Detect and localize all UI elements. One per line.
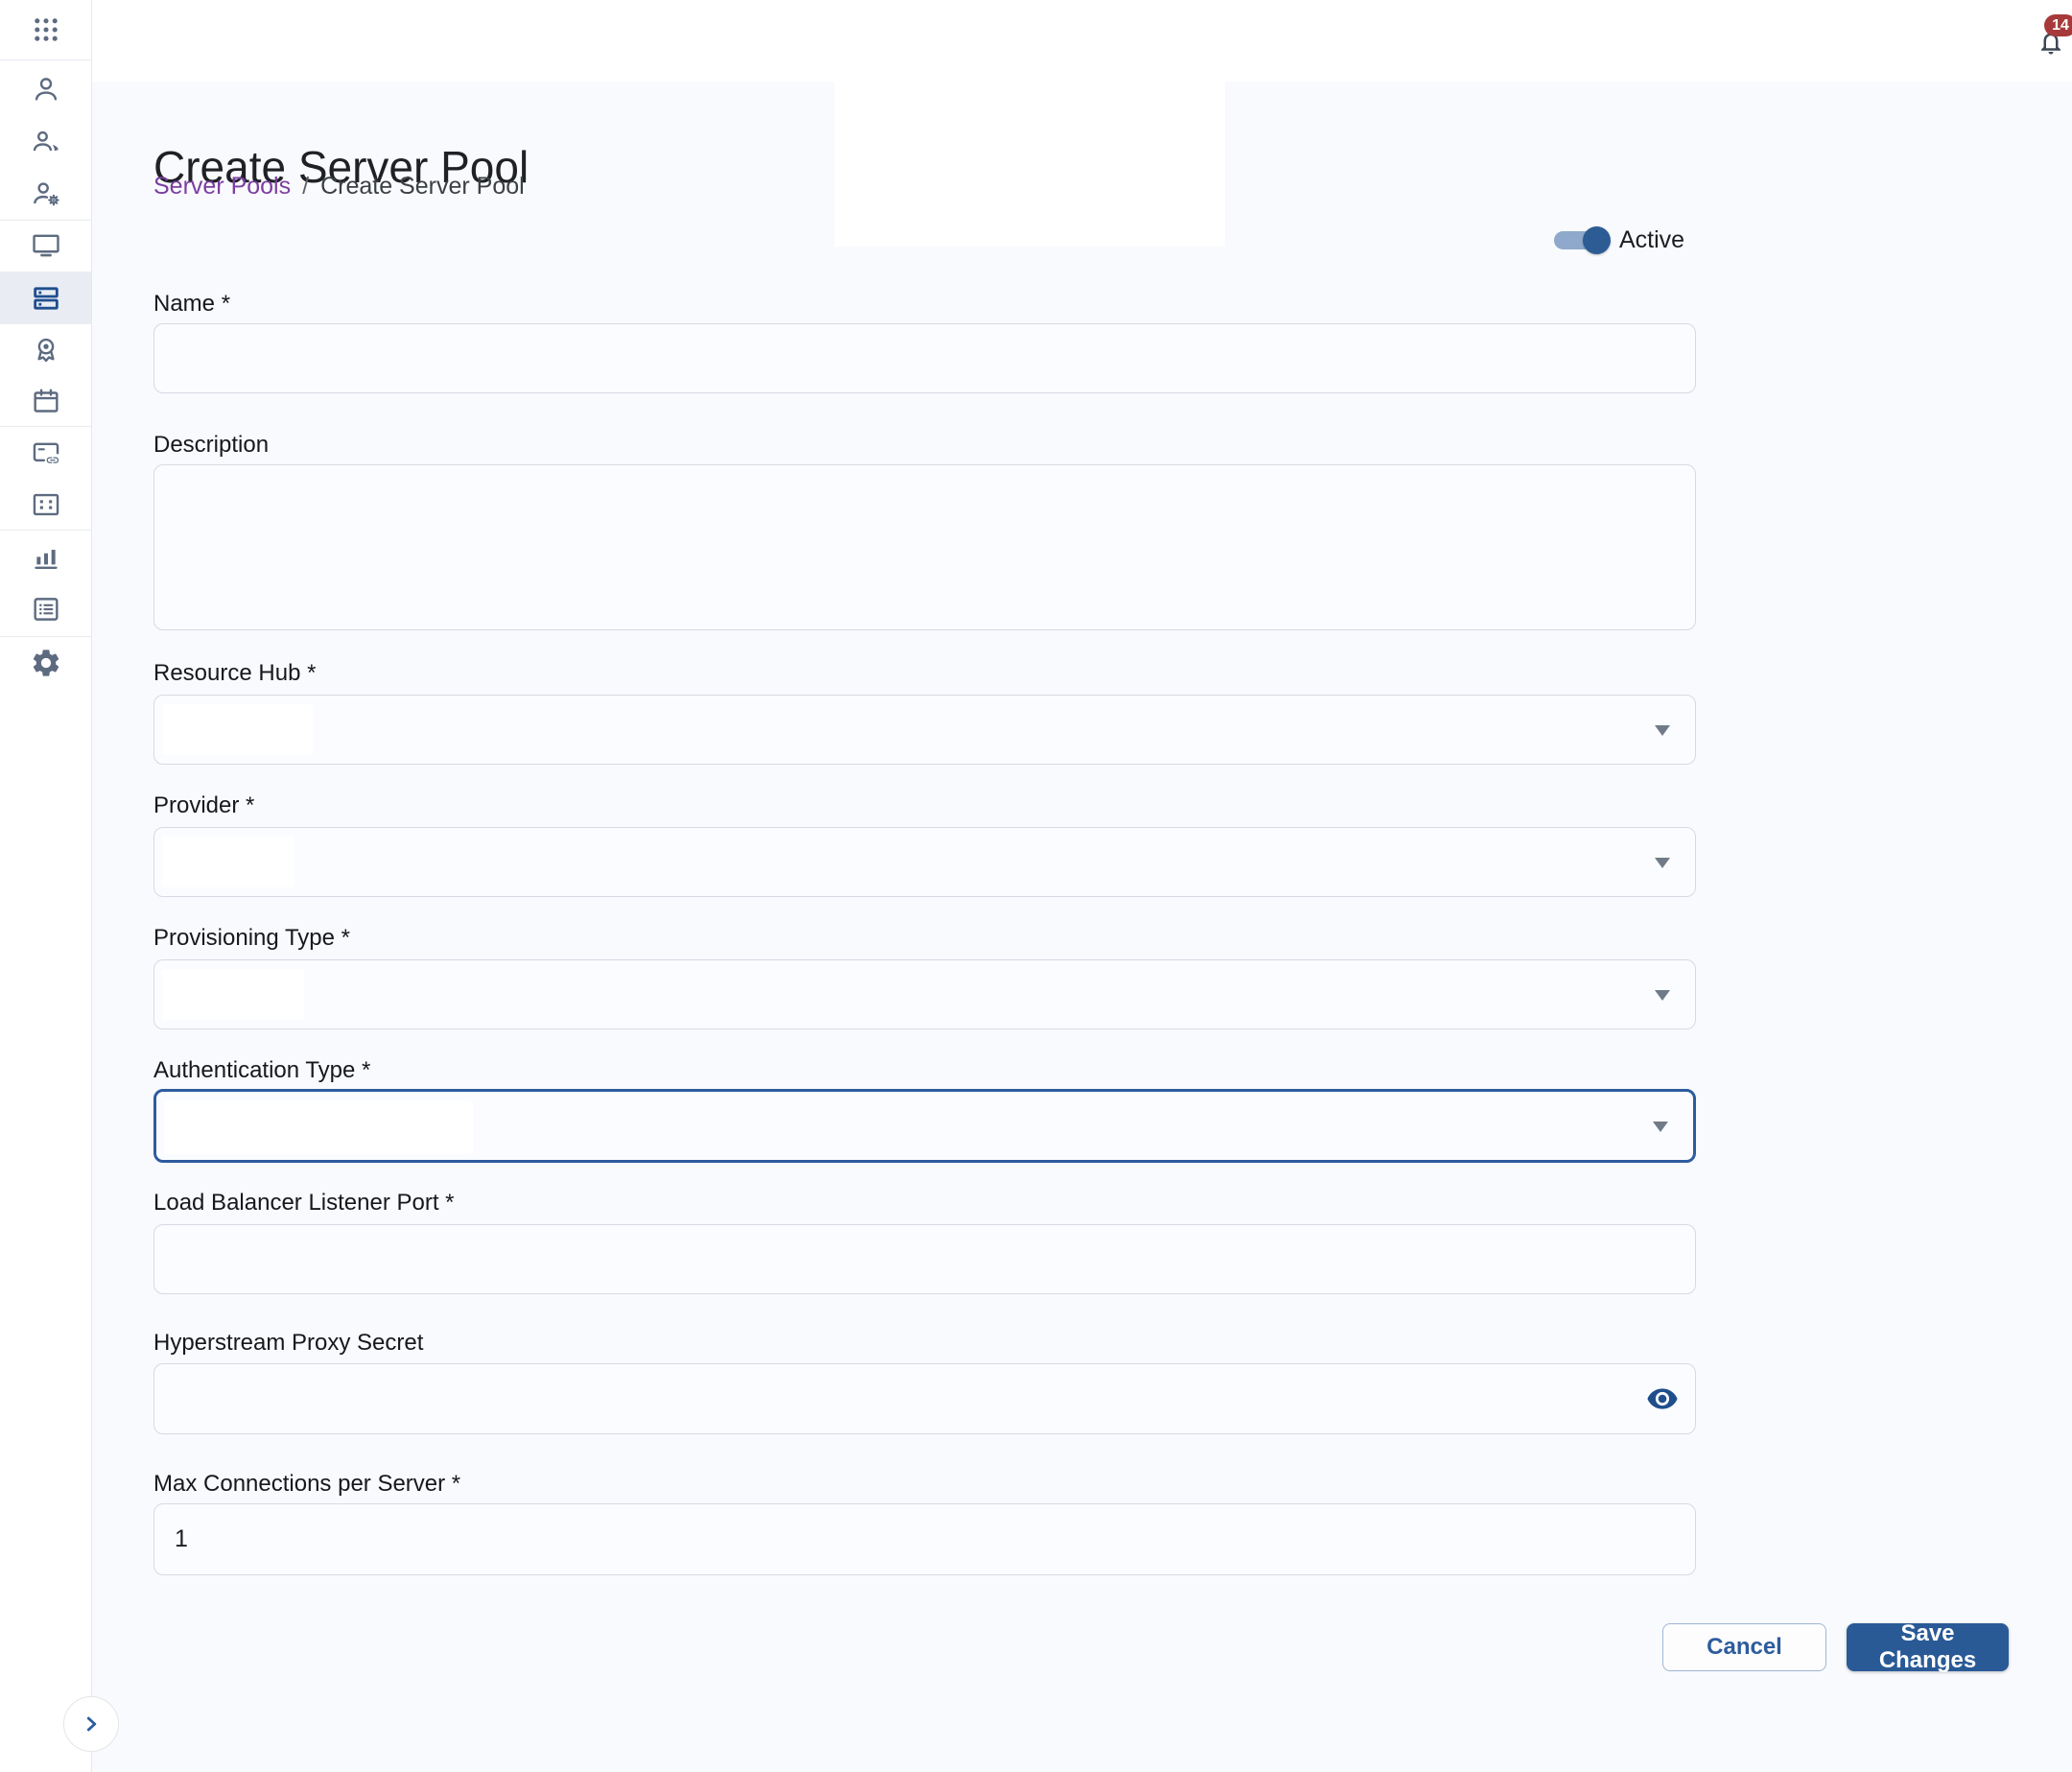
redacted-value xyxy=(162,969,304,1020)
card-link-icon xyxy=(30,437,62,469)
name-input[interactable] xyxy=(153,323,1696,393)
hyperstream-proxy-secret-label: Hyperstream Proxy Secret xyxy=(153,1330,423,1357)
description-label: Description xyxy=(153,432,269,459)
sidebar-divider xyxy=(0,59,91,60)
server-pools-icon xyxy=(30,282,62,315)
authentication-type-select[interactable] xyxy=(153,1089,1696,1163)
sidebar-item-logs[interactable] xyxy=(0,582,91,635)
load-balancer-port-input[interactable] xyxy=(153,1224,1696,1294)
sidebar-item-settings[interactable] xyxy=(0,636,91,689)
list-icon xyxy=(30,593,62,626)
breadcrumb-link-server-pools[interactable]: Server Pools xyxy=(153,173,291,200)
sidebar-expand-button[interactable] xyxy=(63,1696,119,1752)
redacted-area xyxy=(835,82,1225,247)
redacted-value xyxy=(162,837,294,887)
chevron-down-icon xyxy=(1653,1122,1668,1132)
provider-label: Provider * xyxy=(153,792,254,819)
bar-chart-icon xyxy=(30,541,62,574)
chevron-right-icon xyxy=(79,1712,104,1737)
chevron-down-icon xyxy=(1655,858,1670,868)
authentication-type-label: Authentication Type * xyxy=(153,1057,370,1084)
resource-hub-select[interactable] xyxy=(153,695,1696,765)
sidebar-item-users[interactable] xyxy=(0,114,91,167)
person-icon xyxy=(30,73,62,106)
chevron-down-icon xyxy=(1655,725,1670,736)
provider-select[interactable] xyxy=(153,827,1696,897)
name-label: Name * xyxy=(153,291,230,318)
sidebar-item-server-pools[interactable] xyxy=(0,272,91,324)
monitor-icon xyxy=(30,229,62,262)
toggle-label: Active xyxy=(1619,226,1684,254)
cancel-button[interactable]: Cancel xyxy=(1662,1623,1826,1671)
sidebar-item-workstations[interactable] xyxy=(0,219,91,272)
sidebar-item-user[interactable] xyxy=(0,62,91,115)
max-connections-input[interactable] xyxy=(153,1503,1696,1575)
provisioning-type-label: Provisioning Type * xyxy=(153,925,350,952)
apps-grid-icon xyxy=(30,13,62,46)
resource-hub-label: Resource Hub * xyxy=(153,660,316,687)
sidebar-item-reports[interactable] xyxy=(0,531,91,583)
topbar: 14 xyxy=(91,0,2072,82)
chevron-down-icon xyxy=(1655,990,1670,1001)
badge-icon xyxy=(30,334,62,366)
eye-icon xyxy=(1646,1382,1679,1415)
sidebar-item-resource-links[interactable] xyxy=(0,426,91,479)
toggle-thumb xyxy=(1583,226,1611,254)
breadcrumb-separator: / xyxy=(302,173,309,200)
toggle-track xyxy=(1554,231,1604,249)
breadcrumb-current: Create Server Pool xyxy=(320,173,525,200)
max-connections-label: Max Connections per Server * xyxy=(153,1471,460,1498)
notification-badge: 14 xyxy=(2044,14,2072,36)
sidebar-item-user-settings[interactable] xyxy=(0,167,91,220)
card-grid-icon xyxy=(30,488,62,521)
provisioning-type-select[interactable] xyxy=(153,959,1696,1029)
description-textarea[interactable] xyxy=(153,464,1696,630)
sidebar-item-schedule[interactable] xyxy=(0,374,91,427)
calendar-icon xyxy=(30,385,62,417)
active-toggle[interactable]: Active xyxy=(1554,226,1684,254)
save-changes-button[interactable]: Save Changes xyxy=(1847,1623,2009,1671)
redacted-value xyxy=(164,1100,473,1154)
redacted-value xyxy=(162,704,314,755)
sidebar-item-applications[interactable] xyxy=(0,478,91,531)
person-gear-icon xyxy=(30,177,62,210)
load-balancer-port-label: Load Balancer Listener Port * xyxy=(153,1190,455,1217)
sidebar-item-certificates[interactable] xyxy=(0,323,91,376)
app-launcher-button[interactable] xyxy=(0,3,91,56)
gear-icon xyxy=(30,647,62,679)
hyperstream-proxy-secret-input[interactable] xyxy=(153,1363,1696,1434)
show-password-button[interactable] xyxy=(1646,1382,1679,1415)
people-icon xyxy=(30,125,62,157)
sidebar xyxy=(0,0,92,1772)
breadcrumb: Server Pools / Create Server Pool xyxy=(153,173,525,201)
